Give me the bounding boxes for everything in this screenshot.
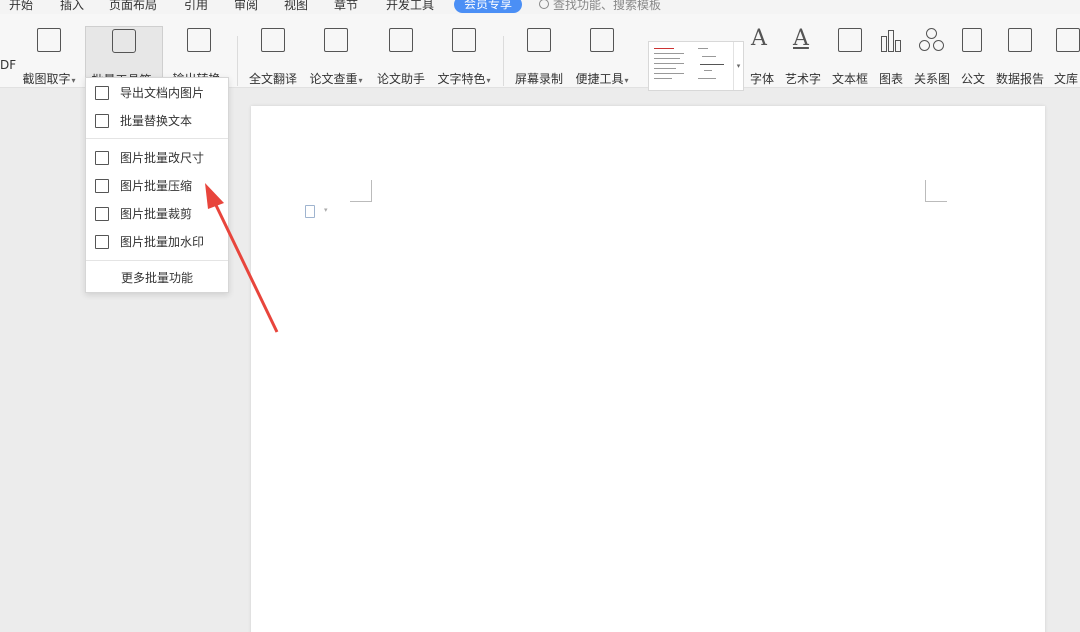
annotation-arrow-icon bbox=[205, 183, 279, 333]
